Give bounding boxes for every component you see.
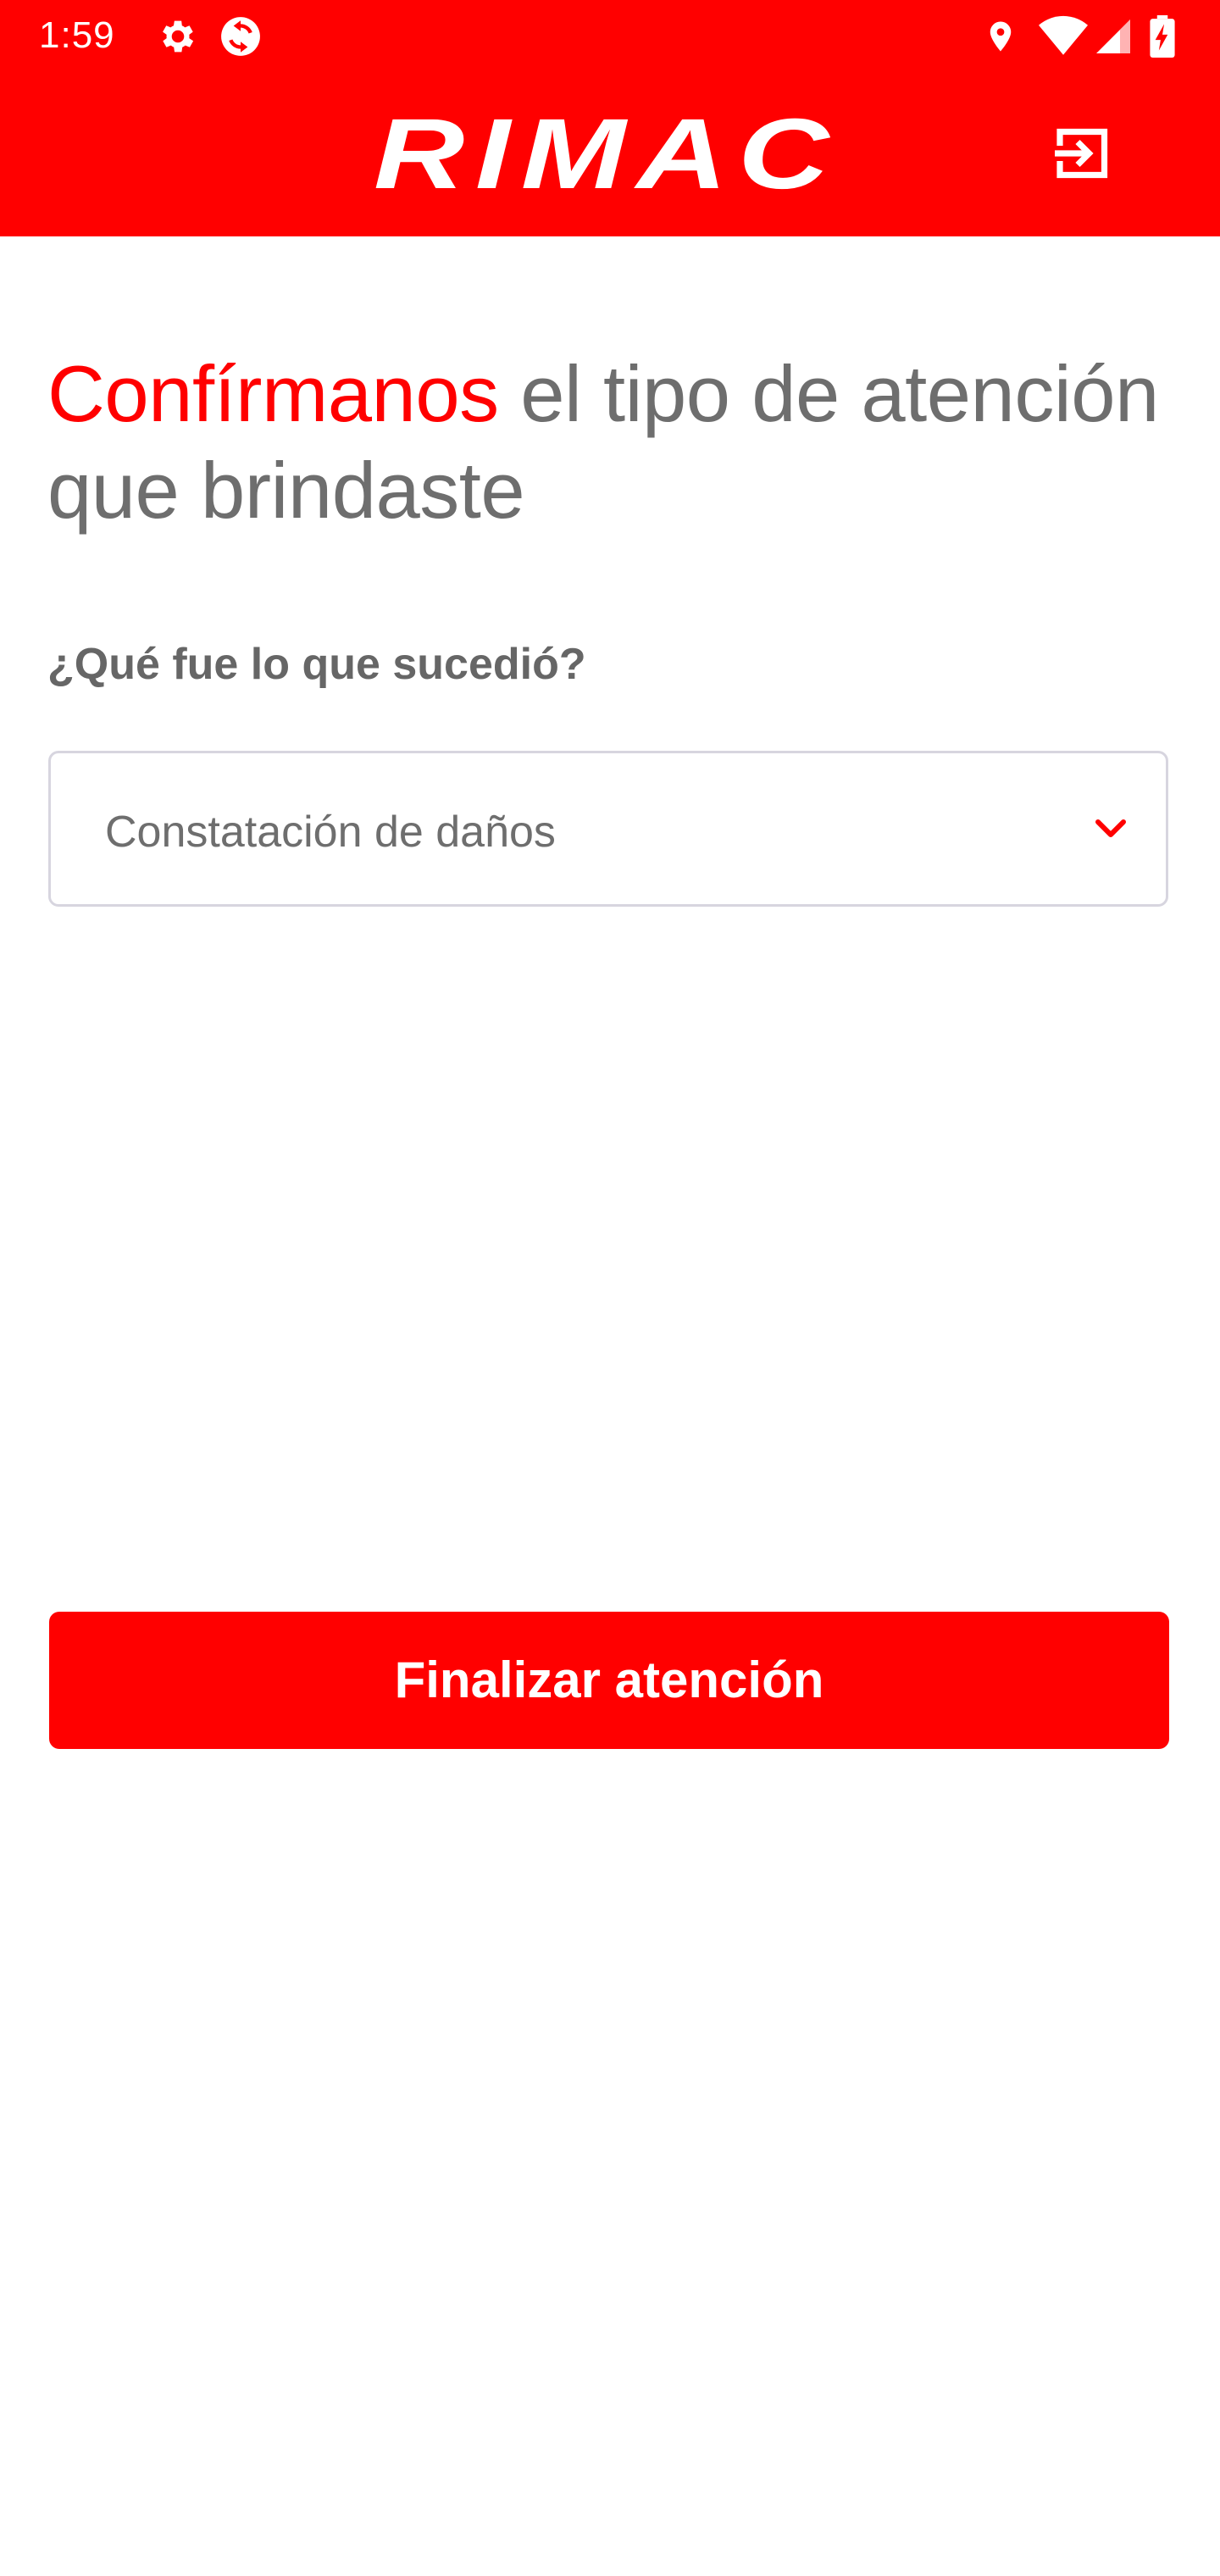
finish-attention-button[interactable]: Finalizar atención	[49, 1612, 1169, 1749]
select-value: Constatación de daños	[105, 808, 556, 857]
page-headline: Confírmanos el tipo de atención que brin…	[47, 346, 1166, 539]
svg-text:RIMAC: RIMAC	[374, 108, 840, 197]
incident-type-select[interactable]: Constatación de daños	[48, 751, 1168, 907]
app-header: 1:59 RIMAC	[0, 0, 1220, 236]
rimac-logo: RIMAC	[369, 108, 844, 197]
settings-gear-icon	[156, 15, 200, 58]
cellular-signal-icon	[1093, 15, 1134, 58]
status-time: 1:59	[39, 14, 115, 56]
headline-accent: Confírmanos	[47, 349, 499, 438]
question-label: ¿Qué fue lo que sucedió?	[47, 640, 586, 689]
wifi-icon	[1039, 15, 1088, 58]
location-pin-icon	[983, 15, 1018, 58]
logout-button[interactable]	[1052, 123, 1113, 184]
status-bar: 1:59	[0, 0, 1220, 71]
logout-icon	[1052, 123, 1113, 184]
battery-charging-icon	[1149, 15, 1176, 58]
chevron-down-icon	[1095, 818, 1127, 840]
sync-app-icon	[219, 15, 263, 58]
